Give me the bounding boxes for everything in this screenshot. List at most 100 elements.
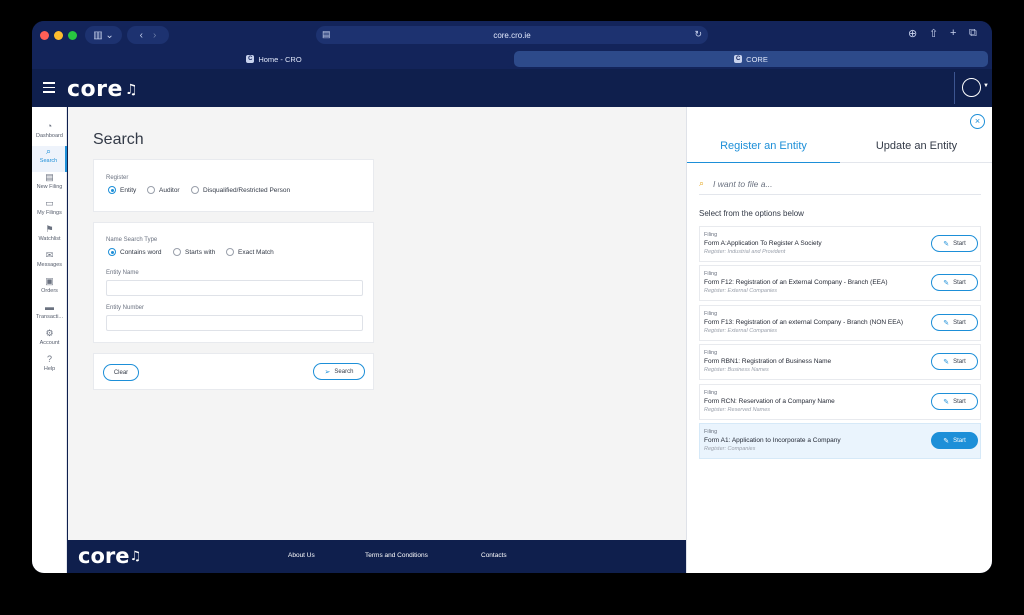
user-menu[interactable]: ▼ — [954, 72, 992, 104]
edit-icon: ✎ — [943, 279, 950, 287]
download-icon[interactable]: ⊕ — [908, 27, 917, 40]
folder-icon: ▭ — [45, 198, 54, 208]
sidebar-icon: ▥ ⌄ — [93, 29, 114, 41]
sidebar-item-new-filing[interactable]: ▤ New Filing — [32, 172, 67, 198]
tab-title: CORE — [746, 54, 768, 64]
radio-starts-with[interactable]: Starts with — [173, 248, 215, 256]
sidebar-item-orders[interactable]: ▣ Orders — [32, 276, 67, 302]
browser-tab-core[interactable]: C CORE — [514, 51, 988, 67]
back-icon[interactable]: ‹ — [140, 30, 143, 41]
filing-option[interactable]: Filing Form F13: Registration of an exte… — [699, 305, 981, 341]
user-avatar-icon — [962, 78, 981, 97]
sidebar-item-transactions[interactable]: ▬ Transacti... — [32, 302, 67, 328]
tab-update-entity[interactable]: Update an Entity — [840, 140, 992, 163]
filing-name: Form RCN: Reservation of a Company Name — [704, 398, 835, 405]
share-icon[interactable]: ⇧ — [929, 27, 938, 40]
tab-overview-icon[interactable]: ⧉ — [969, 27, 977, 40]
register-panel: × Register an Entity Update an Entity ⌕ … — [686, 107, 992, 573]
filing-name: Form F12: Registration of an External Co… — [704, 279, 888, 286]
search-button[interactable]: ➢ Search — [313, 363, 365, 380]
watchlist-icon: ⚑ — [45, 224, 54, 234]
radio-empty-icon — [226, 248, 234, 256]
entity-name-input[interactable] — [106, 280, 363, 296]
radio-contains-word[interactable]: Contains word — [108, 248, 162, 256]
harp-icon: ♫ — [129, 549, 142, 564]
harp-icon: ♫ — [124, 82, 138, 98]
filing-name: Form RBN1: Registration of Business Name — [704, 358, 832, 365]
radio-selected-icon — [108, 186, 116, 194]
close-window-button[interactable] — [40, 31, 49, 40]
core-logo[interactable]: core ♫ — [67, 77, 138, 102]
start-button[interactable]: ✎ Start — [931, 353, 978, 370]
maximize-window-button[interactable] — [68, 31, 77, 40]
start-button[interactable]: ✎ Start — [931, 314, 978, 331]
close-icon[interactable]: × — [970, 114, 985, 129]
radio-auditor[interactable]: Auditor — [147, 186, 180, 194]
send-icon: ➢ — [324, 368, 331, 376]
start-button[interactable]: ✎ Start — [931, 235, 978, 252]
filing-name: Form F13: Registration of an external Co… — [704, 319, 904, 326]
filing-option[interactable]: Filing Form RCN: Reservation of a Compan… — [699, 384, 981, 420]
clear-button[interactable]: Clear — [103, 364, 139, 381]
radio-selected-icon — [108, 248, 116, 256]
radio-empty-icon — [173, 248, 181, 256]
register-label: Register — [106, 175, 129, 181]
edit-icon: ✎ — [943, 358, 950, 366]
gear-icon: ⚙ — [45, 328, 54, 338]
sidebar-item-messages[interactable]: ✉ Messages — [32, 250, 67, 276]
new-filing-icon: ▤ — [45, 172, 54, 182]
start-button[interactable]: ✎ Start — [931, 432, 978, 449]
orders-icon: ▣ — [45, 276, 54, 286]
sidebar-item-search[interactable]: ⌕ Search — [32, 146, 67, 172]
footer-link-contacts[interactable]: Contacts — [481, 552, 507, 559]
radio-entity[interactable]: Entity — [108, 186, 136, 194]
sidebar-item-account[interactable]: ⚙ Account — [32, 328, 67, 354]
start-button[interactable]: ✎ Start — [931, 274, 978, 291]
filing-option[interactable]: Filing Form F12: Registration of an Exte… — [699, 265, 981, 301]
new-tab-icon[interactable]: + — [950, 27, 956, 39]
reload-icon[interactable]: ↻ — [694, 29, 702, 40]
radio-empty-icon — [147, 186, 155, 194]
sidebar-item-my-filings[interactable]: ▭ My Filings — [32, 198, 67, 224]
browser-tab-home[interactable]: C Home - CRO — [36, 51, 512, 67]
menu-icon[interactable] — [43, 82, 55, 93]
filing-option[interactable]: Filing Form A:Application To Register A … — [699, 226, 981, 262]
start-button[interactable]: ✎ Start — [931, 393, 978, 410]
edit-icon: ✎ — [943, 398, 950, 406]
transactions-icon: ▬ — [45, 302, 54, 312]
footer-link-terms[interactable]: Terms and Conditions — [365, 552, 428, 559]
sidebar-toggle-button[interactable]: ▥ ⌄ — [85, 26, 122, 44]
tab-title: Home - CRO — [258, 54, 302, 64]
sidebar-item-watchlist[interactable]: ⚑ Watchlist — [32, 224, 67, 250]
radio-exact-match[interactable]: Exact Match — [226, 248, 274, 256]
search-icon: ⌕ — [45, 146, 52, 156]
tab-register-entity[interactable]: Register an Entity — [687, 140, 840, 163]
history-nav: ‹ › — [127, 26, 169, 44]
filing-search-placeholder: I want to file a... — [713, 179, 773, 189]
favicon-icon: C — [734, 55, 743, 63]
footer-logo[interactable]: core♫ — [78, 544, 141, 568]
filing-register: Register: Business Names — [704, 367, 769, 373]
footer-link-about[interactable]: About Us — [288, 552, 315, 559]
filing-option[interactable]: Filing Form RBN1: Registration of Busine… — [699, 344, 981, 380]
filing-register: Register: Companies — [704, 446, 756, 452]
sidebar-item-help[interactable]: ? Help — [32, 354, 67, 380]
entity-number-input[interactable] — [106, 315, 363, 331]
page-settings-icon[interactable]: ▤ — [322, 29, 331, 40]
filing-option-highlighted[interactable]: Filing Form A1: Application to Incorpora… — [699, 423, 981, 459]
favicon-icon: C — [246, 55, 255, 63]
radio-disqualified-person[interactable]: Disqualified/Restricted Person — [191, 186, 290, 194]
filing-name: Form A1: Application to Incorporate a Co… — [704, 437, 841, 444]
options-heading: Select from the options below — [699, 209, 804, 218]
sidebar-item-dashboard[interactable]: ◔ Dashboard — [32, 121, 67, 147]
dashboard-icon: ◔ — [46, 121, 53, 131]
edit-icon: ✎ — [943, 240, 950, 248]
filing-name: Form A:Application To Register A Society — [704, 240, 822, 247]
forward-icon[interactable]: › — [153, 30, 156, 41]
minimize-window-button[interactable] — [54, 31, 63, 40]
name-search-card: Name Search Type Contains word Starts wi… — [93, 222, 374, 343]
entity-number-label: Entity Number — [106, 305, 145, 311]
address-bar[interactable]: ▤ core.cro.ie ↻ — [316, 26, 708, 44]
filing-search[interactable]: ⌕ I want to file a... — [699, 175, 981, 195]
page-title: Search — [93, 131, 144, 148]
